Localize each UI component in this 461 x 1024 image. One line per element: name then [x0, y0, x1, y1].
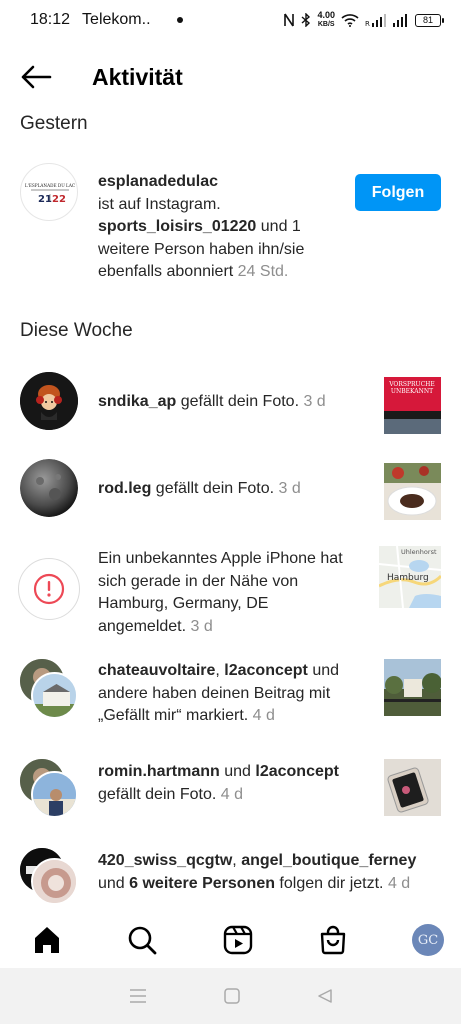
post-thumbnail-4[interactable]: [384, 659, 441, 716]
battery-icon: 81: [415, 13, 444, 27]
follow-button[interactable]: Folgen: [355, 174, 441, 211]
activity-item-3: Ein unbekanntes Apple iPhone hat sich ge…: [98, 550, 343, 635]
suggestion-username[interactable]: esplanadedulac: [98, 173, 218, 190]
home-square-icon[interactable]: [223, 987, 241, 1005]
section-title-this-week: Diese Woche: [20, 320, 133, 341]
home-icon: [35, 927, 59, 953]
logo-year-right: 22: [52, 194, 66, 205]
avatar-chateauvoltaire[interactable]: [31, 672, 78, 719]
back-triangle-icon[interactable]: [316, 987, 334, 1005]
post-thumbnail-5[interactable]: [384, 759, 441, 816]
activity-item-2: rod.leg gefällt dein Foto. 3 d: [98, 480, 301, 497]
activity-item-4: chateauvoltaire, l2aconcept und andere h…: [98, 662, 340, 724]
logo-text: L'ESPLANADE DU LAC: [25, 183, 75, 188]
nav-profile[interactable]: GC: [411, 923, 445, 957]
alert-icon: [33, 573, 65, 605]
activity-item-6: 420_swiss_qcgtw, angel_boutique_ferney u…: [98, 852, 417, 892]
nav-home[interactable]: [30, 923, 64, 957]
menu-icon[interactable]: [128, 988, 148, 1004]
status-bar: 18:12 Telekom.. 4.00 KB/S R 81: [0, 0, 461, 40]
suggestion-mention[interactable]: sports_loisirs_01220: [98, 218, 256, 235]
nav-search[interactable]: [125, 923, 159, 957]
post-thumbnail-1[interactable]: VORSPRUCHE UNBEKANNT: [384, 377, 441, 434]
avatar-romin-hartmann[interactable]: [31, 771, 78, 818]
arrow-left-icon: [21, 65, 52, 89]
post-thumbnail-2[interactable]: [384, 463, 441, 520]
svg-text:R: R: [365, 20, 370, 27]
section-title-yesterday: Gestern: [20, 113, 88, 134]
status-time: 18:12: [30, 11, 71, 28]
signal-icon-2: [393, 13, 407, 27]
wifi-icon: [341, 14, 359, 27]
avatar-angel-boutique[interactable]: [31, 858, 78, 905]
security-alert-avatar: [18, 558, 80, 620]
svg-text:Uhlenhorst: Uhlenhorst: [401, 548, 437, 556]
bluetooth-icon: [302, 13, 311, 27]
status-carrier: Telekom..: [82, 11, 151, 28]
nfc-icon: [284, 13, 295, 27]
avatar-esplanadedulac[interactable]: L'ESPLANADE DU LAC 21 22: [20, 163, 78, 221]
avatar-rod-leg[interactable]: [20, 459, 78, 517]
activity-user[interactable]: sndika_ap: [98, 393, 176, 410]
header: Aktivität: [0, 52, 461, 102]
signal-icon: R: [365, 13, 386, 27]
nav-reels[interactable]: [221, 923, 255, 957]
system-nav-bar: [0, 968, 461, 1024]
search-icon: [128, 926, 157, 955]
nav-shop[interactable]: [316, 923, 350, 957]
back-button[interactable]: [6, 52, 66, 102]
svg-text:VORSPRUCHE: VORSPRUCHE: [388, 381, 435, 388]
activity-item-1: sndika_ap gefällt dein Foto. 3 d: [98, 393, 326, 410]
shop-icon: [320, 925, 345, 955]
page-title: Aktivität: [92, 63, 183, 90]
svg-text:Hamburg: Hamburg: [387, 573, 429, 583]
map-thumbnail[interactable]: Uhlenhorst Hamburg: [379, 546, 441, 608]
bottom-nav: GC: [0, 910, 461, 970]
profile-avatar: GC: [412, 924, 444, 956]
svg-text:UNBEKANNT: UNBEKANNT: [391, 388, 433, 395]
suggestion-text: esplanadedulac ist auf Instagram. sports…: [98, 173, 305, 280]
avatar-sndika-ap[interactable]: [20, 372, 78, 430]
notification-dot-icon: [176, 17, 183, 23]
reels-icon: [223, 925, 252, 955]
activity-item-5: romin.hartmann und l2aconcept gefällt de…: [98, 763, 339, 803]
activity-user[interactable]: rod.leg: [98, 480, 151, 497]
network-speed: 4.00 KB/S: [317, 10, 335, 29]
